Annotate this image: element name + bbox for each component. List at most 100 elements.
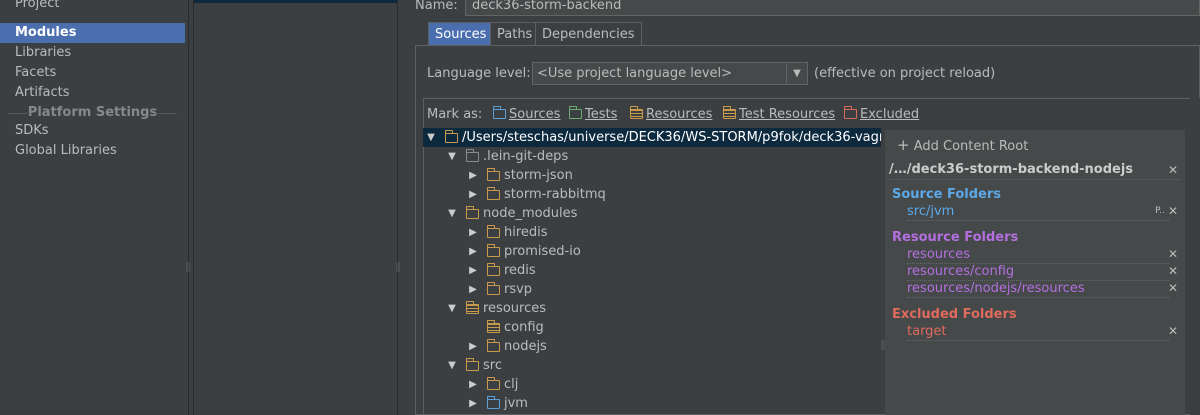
collapsed-arrow-icon[interactable]: ▶ (467, 166, 479, 185)
language-level-note: (effective on project reload) (814, 66, 996, 81)
folder-icon (486, 244, 500, 257)
resource-folder-entry: resources/nodejs/resources (907, 280, 1169, 298)
dropdown-arrow-icon[interactable]: ▼ (786, 63, 807, 84)
tree-node-label: /Users/steschas/universe/DECK36/WS-STORM… (462, 130, 881, 145)
tests-folder-icon (568, 106, 582, 119)
tree-node[interactable]: config (423, 318, 881, 337)
package-prefix-badge[interactable]: P.. (1153, 205, 1167, 217)
nav-item-facets[interactable]: Facets (0, 63, 185, 83)
tree-node[interactable]: ▶ rsvp (423, 280, 881, 299)
content-roots-panel: + Add Content Root /…/deck36-storm-backe… (885, 130, 1185, 415)
mark-tests-label: Tests (585, 107, 618, 122)
module-splitter-handle[interactable] (396, 262, 400, 272)
tree-node[interactable]: ▼ src (423, 356, 881, 375)
nav-item-artifacts[interactable]: Artifacts (0, 83, 185, 103)
expanded-arrow-icon[interactable]: ▼ (446, 147, 458, 166)
nav-item-modules[interactable]: Modules (0, 23, 185, 43)
folder-icon (486, 396, 500, 409)
tree-node[interactable]: ▶ promised-io (423, 242, 881, 261)
tree-node-label: src (483, 358, 502, 373)
nav-item-global-libraries[interactable]: Global Libraries (0, 141, 185, 161)
collapsed-arrow-icon[interactable]: ▶ (467, 375, 479, 394)
mark-excluded-label: Excluded (860, 107, 920, 122)
tree-node-label: hiredis (504, 225, 548, 240)
mark-excluded-button[interactable]: Excluded (843, 105, 920, 125)
module-list[interactable] (193, 0, 398, 415)
remove-source-close-icon[interactable]: ✕ (1167, 205, 1179, 217)
remove-excluded-close-icon[interactable]: ✕ (1167, 325, 1179, 337)
tab-dependencies[interactable]: Dependencies (535, 22, 642, 46)
tree-node[interactable]: ▼ /Users/steschas/universe/DECK36/WS-STOR… (423, 128, 881, 147)
language-level-select[interactable]: <Use project language level> ▼ (532, 62, 808, 85)
collapsed-arrow-icon[interactable]: ▶ (467, 261, 479, 280)
tree-node[interactable]: ▶ hiredis (423, 223, 881, 242)
folder-icon (486, 168, 500, 181)
vertical-scrollbar[interactable] (1190, 98, 1200, 415)
collapsed-arrow-icon[interactable]: ▶ (467, 223, 479, 242)
content-root-tree[interactable]: ▼ /Users/steschas/universe/DECK36/WS-STOR… (423, 128, 881, 415)
tree-node-label: config (504, 320, 544, 335)
tree-node-label: rsvp (504, 282, 533, 297)
tree-node[interactable]: ▼ resources (423, 299, 881, 318)
excluded-folder-icon (843, 106, 857, 119)
folder-icon (465, 301, 479, 314)
folder-icon (486, 377, 500, 390)
tree-node[interactable]: ▶ storm-json (423, 166, 881, 185)
tree-node-label: .lein-git-deps (483, 149, 569, 164)
tree-node-label: node_modules (483, 206, 578, 221)
mark-resources-button[interactable]: Resources (629, 105, 713, 125)
tree-node-label: nodejs (504, 339, 547, 354)
resource-folder-entry: resources (907, 246, 1169, 264)
settings-nav: Project Modules Libraries Facets Artifac… (0, 0, 189, 415)
remove-root-close-icon[interactable]: ✕ (1167, 164, 1179, 176)
source-folders-header: Source Folders (892, 187, 1002, 202)
tree-node[interactable]: ▶ redis (423, 261, 881, 280)
excluded-folder-entry: target (907, 323, 1169, 341)
tree-node[interactable]: ▶ clj (423, 375, 881, 394)
sources-folder-icon (492, 106, 506, 119)
mark-resources-label: Resources (646, 107, 713, 122)
nav-item-sdks[interactable]: SDKs (0, 121, 185, 141)
resource-folder-entry: resources/config (907, 263, 1169, 281)
excluded-folders-header: Excluded Folders (892, 307, 1017, 322)
collapsed-arrow-icon[interactable]: ▶ (467, 394, 479, 413)
remove-resource-close-icon[interactable]: ✕ (1167, 248, 1179, 260)
remove-resource-close-icon[interactable]: ✕ (1167, 282, 1179, 294)
tree-node[interactable]: ▼ node_modules (423, 204, 881, 223)
tree-node[interactable]: ▶ storm-rabbitmq (423, 185, 881, 204)
selected-module-row[interactable] (194, 0, 397, 3)
expanded-arrow-icon[interactable]: ▼ (446, 204, 458, 223)
tree-node[interactable]: ▶ jvm (423, 394, 881, 413)
mark-test-resources-button[interactable]: Test Resources (722, 105, 836, 125)
add-content-root-button[interactable]: + Add Content Root (897, 136, 1028, 154)
collapsed-arrow-icon[interactable]: ▶ (467, 280, 479, 299)
collapsed-arrow-icon[interactable]: ▶ (467, 185, 479, 204)
folder-icon (486, 339, 500, 352)
expanded-arrow-icon[interactable]: ▼ (446, 356, 458, 375)
tree-node-label: promised-io (504, 244, 581, 259)
mark-as-label: Mark as: (427, 107, 483, 122)
module-name-input[interactable]: deck36-storm-backend (465, 0, 1200, 16)
folder-icon (486, 187, 500, 200)
resources-folder-icon (629, 106, 643, 119)
resource-folders-header: Resource Folders (892, 230, 1019, 245)
left-splitter-handle[interactable] (186, 262, 190, 272)
collapsed-arrow-icon[interactable]: ▶ (467, 242, 479, 261)
mark-test-resources-label: Test Resources (739, 107, 836, 122)
mark-sources-button[interactable]: Sources (492, 105, 560, 125)
expanded-arrow-icon[interactable]: ▼ (425, 128, 437, 147)
tree-node[interactable]: ▶ nodejs (423, 337, 881, 356)
source-folder-entry: src/jvm (907, 203, 1169, 221)
tab-paths[interactable]: Paths (490, 22, 540, 46)
tree-node-label: clj (504, 377, 519, 392)
tab-sources[interactable]: Sources (428, 22, 494, 46)
expanded-arrow-icon[interactable]: ▼ (446, 299, 458, 318)
collapsed-arrow-icon[interactable]: ▶ (467, 337, 479, 356)
nav-item-libraries[interactable]: Libraries (0, 43, 185, 63)
remove-resource-close-icon[interactable]: ✕ (1167, 265, 1179, 277)
mark-tests-button[interactable]: Tests (568, 105, 618, 125)
platform-settings-header: Platform Settings (0, 103, 185, 123)
tree-node-label: redis (504, 263, 536, 278)
nav-item-project[interactable]: Project (0, 0, 185, 14)
tree-node[interactable]: ▼ .lein-git-deps (423, 147, 881, 166)
